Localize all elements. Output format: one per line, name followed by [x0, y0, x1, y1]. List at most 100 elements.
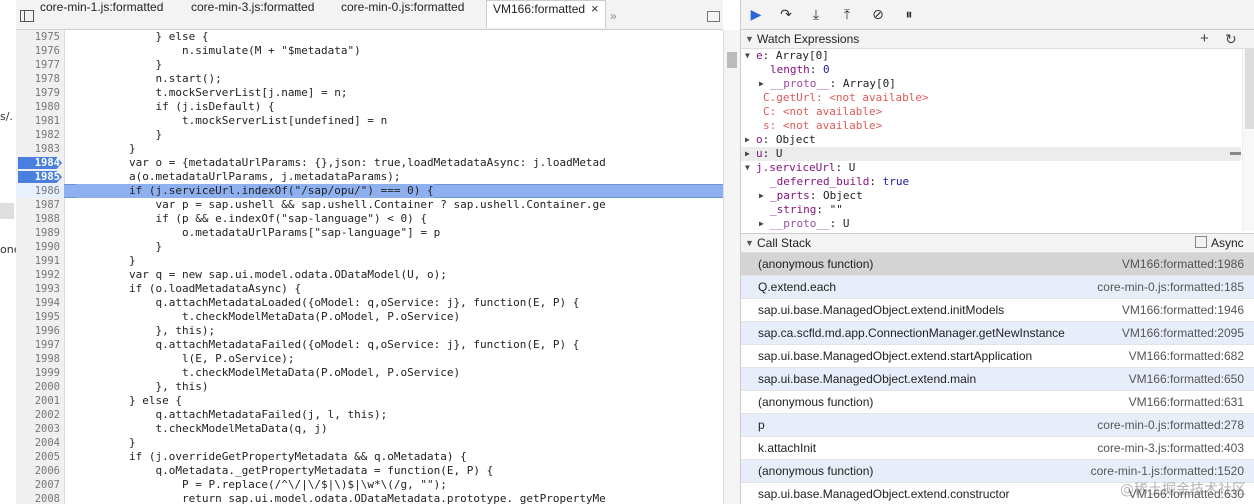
scrollbar-thumb[interactable] [1245, 49, 1254, 129]
call-frame[interactable]: sap.ui.base.ManagedObject.extend.startAp… [741, 345, 1254, 368]
code-line[interactable]: 1995 t.checkModelMetaData(P.oModel, P.oS… [16, 310, 723, 324]
watch-entry[interactable]: C.getUrl: <not available> [741, 91, 1241, 105]
call-frame[interactable]: p core-min-0.js:formatted:278 [741, 414, 1254, 437]
call-frame-location[interactable]: VM166:formatted:682 [1129, 345, 1244, 367]
watch-entry[interactable]: _deferred_build: true [741, 175, 1241, 189]
line-number[interactable]: 1985 [16, 170, 60, 184]
line-number[interactable]: 1990 [16, 240, 60, 254]
collapse-icon[interactable]: ▼ [745, 161, 750, 175]
step-into-icon[interactable]: ⤓ [807, 7, 825, 23]
watch-entry[interactable]: length: 0 [741, 63, 1241, 77]
line-number[interactable]: 1987 [16, 198, 60, 212]
call-frame-location[interactable]: VM166:formatted:1946 [1122, 299, 1244, 321]
call-frame-location[interactable]: core-min-3.js:formatted:403 [1097, 437, 1244, 459]
code-line[interactable]: 1998 l(E, P.oService); [16, 352, 723, 366]
line-number[interactable]: 2000 [16, 380, 60, 394]
code-editor[interactable]: 1975 } else {1976 n.simulate(M + "$metad… [16, 30, 723, 504]
step-over-icon[interactable]: ↷ [777, 7, 795, 23]
current-execution-line[interactable]: 1986 if (j.serviceUrl.indexOf("/sap/opu/… [16, 184, 723, 198]
code-line[interactable]: 2003 t.checkModelMetaData(q, j) [16, 422, 723, 436]
line-number[interactable]: 1998 [16, 352, 60, 366]
line-number[interactable]: 1994 [16, 296, 60, 310]
resume-icon[interactable]: ▶︎ [747, 7, 765, 23]
line-number[interactable]: 1989 [16, 226, 60, 240]
watch-entry[interactable]: ▶ __proto__: Array[0] [741, 77, 1241, 91]
expand-icon[interactable]: ▶ [759, 77, 764, 91]
tab-core-min-1[interactable]: core-min-1.js:formatted [40, 0, 163, 29]
line-number[interactable]: 2008 [16, 492, 60, 504]
expand-icon[interactable]: ▶ [745, 147, 750, 161]
code-line[interactable]: 1977 } [16, 58, 723, 72]
watch-entry[interactable]: ▶ u: U [741, 147, 1241, 161]
call-frame-location[interactable]: VM166:formatted:1986 [1122, 253, 1244, 275]
line-number[interactable]: 1979 [16, 86, 60, 100]
watch-scrollbar[interactable] [1242, 49, 1254, 231]
call-frame[interactable]: k.attachInit core-min-3.js:formatted:403 [741, 437, 1254, 460]
line-number[interactable]: 1984 [16, 156, 60, 170]
line-number[interactable]: 2005 [16, 450, 60, 464]
call-frame-location[interactable]: VM166:formatted:2095 [1122, 322, 1244, 344]
call-frame[interactable]: sap.ui.base.ManagedObject.extend.initMod… [741, 299, 1254, 322]
pause-on-exceptions-icon[interactable]: ⏸ [900, 7, 918, 23]
line-number[interactable]: 1993 [16, 282, 60, 296]
watch-entry[interactable]: C: <not available> [741, 105, 1241, 119]
watch-entry[interactable]: ▼ e: Array[0] [741, 49, 1241, 63]
watch-entry[interactable]: ▶ __proto__: U [741, 217, 1241, 231]
call-frame-location[interactable]: VM166:formatted:631 [1129, 391, 1244, 413]
code-line[interactable]: 2001 } else { [16, 394, 723, 408]
line-number[interactable]: 1975 [16, 30, 60, 44]
call-frame[interactable]: Q.extend.each core-min-0.js:formatted:185 [741, 276, 1254, 299]
call-frame-location[interactable]: VM166:formatted:650 [1129, 368, 1244, 390]
deactivate-breakpoints-icon[interactable]: ⊘ [869, 7, 887, 23]
left-selected-row[interactable] [0, 203, 14, 219]
code-line[interactable]: 2006 q.oMetadata._getPropertyMetadata = … [16, 464, 723, 478]
code-line[interactable]: 1987 var p = sap.ushell && sap.ushell.Co… [16, 198, 723, 212]
code-line[interactable]: 1988 if (p && e.indexOf("sap-language") … [16, 212, 723, 226]
call-frame-location[interactable]: core-min-0.js:formatted:185 [1097, 276, 1244, 298]
code-line[interactable]: 1996 }, this); [16, 324, 723, 338]
line-number[interactable]: 1995 [16, 310, 60, 324]
code-line[interactable]: 1991 } [16, 254, 723, 268]
watch-entry[interactable]: ▼ j.serviceUrl: U [741, 161, 1241, 175]
code-line[interactable]: 1993 if (o.loadMetadataAsync) { [16, 282, 723, 296]
call-frame[interactable]: sap.ca.scfld.md.app.ConnectionManager.ge… [741, 322, 1254, 345]
line-number[interactable]: 2007 [16, 478, 60, 492]
toggle-navigator-icon[interactable] [20, 10, 34, 22]
line-number[interactable]: 1997 [16, 338, 60, 352]
code-line[interactable]: 2000 }, this) [16, 380, 723, 394]
line-number[interactable]: 1988 [16, 212, 60, 226]
code-line[interactable]: 2005 if (j.overrideGetPropertyMetadata &… [16, 450, 723, 464]
code-line[interactable]: 2002 q.attachMetadataFailed(j, l, this); [16, 408, 723, 422]
scrollbar-thumb[interactable] [727, 52, 737, 68]
more-tabs-icon[interactable]: » [610, 9, 617, 23]
checkbox-icon[interactable] [1195, 236, 1207, 248]
code-line[interactable]: 1982 } [16, 128, 723, 142]
code-line[interactable]: 2008 return sap.ui.model.odata.ODataMeta… [16, 492, 723, 504]
line-number[interactable]: 1996 [16, 324, 60, 338]
call-frame[interactable]: (anonymous function) VM166:formatted:631 [741, 391, 1254, 414]
line-number[interactable]: 1986 [16, 184, 60, 198]
toggle-debugger-icon[interactable] [707, 11, 720, 22]
code-line[interactable]: 1978 n.start(); [16, 72, 723, 86]
step-out-icon[interactable]: ⤒ [838, 7, 856, 23]
line-number[interactable]: 1999 [16, 366, 60, 380]
tab-vm166[interactable]: VM166:formatted × [486, 0, 606, 28]
line-number[interactable]: 1980 [16, 100, 60, 114]
line-number[interactable]: 1983 [16, 142, 60, 156]
line-number[interactable]: 1992 [16, 268, 60, 282]
line-number[interactable]: 1977 [16, 58, 60, 72]
code-line[interactable]: 1979 t.mockServerList[j.name] = n; [16, 86, 723, 100]
tab-core-min-0[interactable]: core-min-0.js:formatted [341, 0, 464, 29]
code-line[interactable]: 1985 a(o.metadataUrlParams, j.metadataPa… [16, 170, 723, 184]
expand-icon[interactable]: ▶ [745, 133, 750, 147]
line-number[interactable]: 2003 [16, 422, 60, 436]
line-number[interactable]: 1978 [16, 72, 60, 86]
async-checkbox[interactable]: Async [1195, 234, 1244, 252]
call-frame[interactable]: sap.ui.base.ManagedObject.extend.main VM1… [741, 368, 1254, 391]
expand-icon[interactable]: ▼ [745, 30, 754, 48]
add-expression-icon[interactable]: + [1200, 30, 1209, 48]
line-number[interactable]: 1991 [16, 254, 60, 268]
watch-entry[interactable]: s: <not available> [741, 119, 1241, 133]
line-number[interactable]: 2004 [16, 436, 60, 450]
code-line[interactable]: 2007 P = P.replace(/^\/|\/$|\)$|\w*\(/g,… [16, 478, 723, 492]
